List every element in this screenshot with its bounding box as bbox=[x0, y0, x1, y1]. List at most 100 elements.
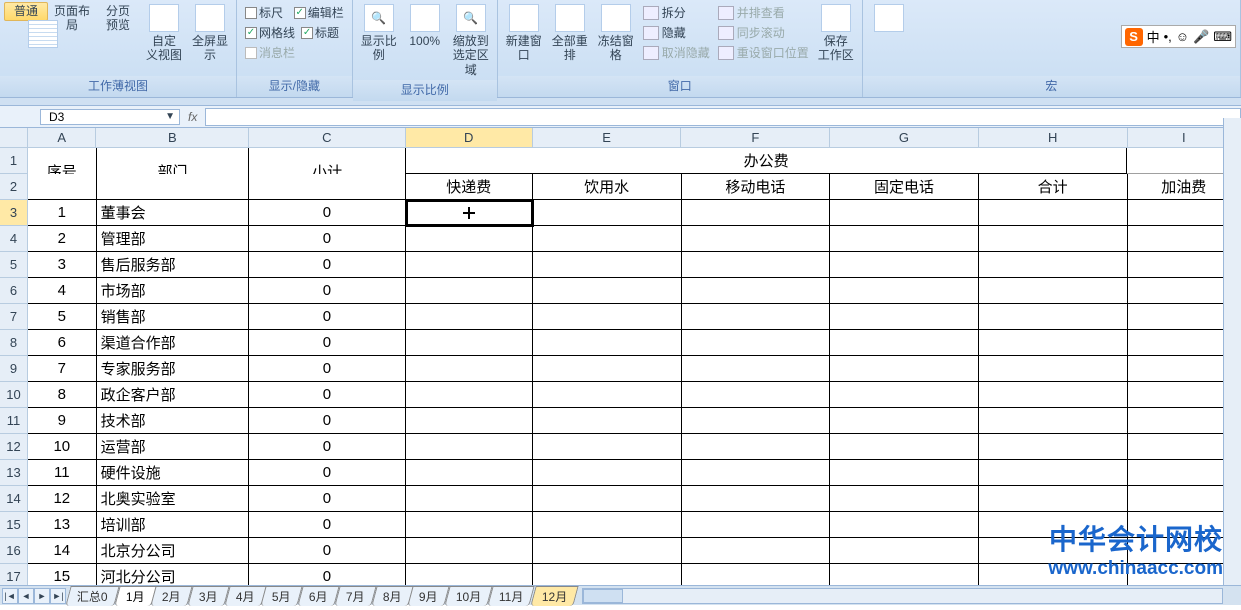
cell[interactable] bbox=[682, 382, 831, 408]
tab-first-button[interactable]: |◄ bbox=[2, 588, 18, 604]
sheet-tab[interactable]: 3月 bbox=[187, 586, 229, 606]
cell[interactable]: 1 bbox=[28, 200, 97, 226]
cell[interactable]: 合计 bbox=[979, 174, 1128, 200]
cell[interactable]: 15 bbox=[28, 564, 97, 585]
cell[interactable] bbox=[682, 538, 831, 564]
cell[interactable] bbox=[830, 486, 979, 512]
grid-area[interactable]: 序号部门小计办公费快递费饮用水移动电话固定电话合计加油费1董事会02管理部03售… bbox=[28, 148, 1241, 585]
cell[interactable]: 运营部 bbox=[97, 434, 250, 460]
cell[interactable] bbox=[682, 408, 831, 434]
cell[interactable] bbox=[830, 278, 979, 304]
cell[interactable]: 0 bbox=[249, 226, 405, 252]
cell[interactable] bbox=[682, 200, 831, 226]
cell[interactable] bbox=[406, 486, 533, 512]
cell[interactable] bbox=[533, 304, 682, 330]
sheet-tab[interactable]: 6月 bbox=[297, 586, 339, 606]
cell[interactable] bbox=[830, 434, 979, 460]
cell[interactable]: 3 bbox=[28, 252, 97, 278]
cell[interactable]: 专家服务部 bbox=[97, 356, 250, 382]
cell[interactable] bbox=[979, 434, 1128, 460]
cell[interactable] bbox=[533, 486, 682, 512]
cell[interactable]: 部门 bbox=[97, 148, 250, 174]
cell[interactable] bbox=[533, 538, 682, 564]
cell[interactable] bbox=[979, 486, 1128, 512]
unhide-button[interactable]: 取消隐藏 bbox=[640, 43, 713, 62]
cell[interactable] bbox=[979, 408, 1128, 434]
column-header[interactable]: E bbox=[533, 128, 682, 148]
cell[interactable]: 0 bbox=[249, 486, 405, 512]
cell[interactable]: 9 bbox=[28, 408, 97, 434]
column-header[interactable]: A bbox=[28, 128, 96, 148]
sheet-tab[interactable]: 12月 bbox=[530, 586, 579, 606]
cell[interactable] bbox=[682, 356, 831, 382]
cell[interactable] bbox=[406, 434, 533, 460]
cell[interactable] bbox=[533, 434, 682, 460]
cell[interactable]: 售后服务部 bbox=[97, 252, 250, 278]
cell[interactable]: 13 bbox=[28, 512, 97, 538]
cell[interactable] bbox=[406, 512, 533, 538]
column-header[interactable]: C bbox=[249, 128, 406, 148]
sheet-tab[interactable]: 2月 bbox=[151, 586, 193, 606]
cell[interactable]: 移动电话 bbox=[682, 174, 831, 200]
sheet-tab[interactable]: 11月 bbox=[488, 586, 536, 606]
cell[interactable] bbox=[830, 356, 979, 382]
cell[interactable]: 渠道合作部 bbox=[97, 330, 250, 356]
cell[interactable] bbox=[682, 252, 831, 278]
scrollbar-thumb[interactable] bbox=[583, 589, 623, 603]
name-box[interactable]: D3▼ bbox=[40, 109, 180, 125]
cell[interactable]: 饮用水 bbox=[533, 174, 682, 200]
cell[interactable]: 8 bbox=[28, 382, 97, 408]
cell[interactable] bbox=[682, 486, 831, 512]
cell[interactable]: 0 bbox=[249, 512, 405, 538]
tab-prev-button[interactable]: ◄ bbox=[18, 588, 34, 604]
cell[interactable] bbox=[830, 304, 979, 330]
column-header[interactable]: F bbox=[681, 128, 830, 148]
cell[interactable] bbox=[830, 382, 979, 408]
cell[interactable] bbox=[533, 382, 682, 408]
cell[interactable]: 0 bbox=[249, 356, 405, 382]
cell[interactable] bbox=[406, 200, 533, 226]
cell[interactable]: 技术部 bbox=[97, 408, 250, 434]
cell[interactable] bbox=[406, 252, 533, 278]
cell[interactable] bbox=[406, 538, 533, 564]
row-header[interactable]: 9 bbox=[0, 356, 28, 382]
cell[interactable]: 0 bbox=[249, 564, 405, 585]
cell[interactable]: 快递费 bbox=[406, 174, 533, 200]
cell[interactable] bbox=[830, 460, 979, 486]
freeze-panes-button[interactable]: 冻结窗格 bbox=[594, 2, 638, 66]
sheet-tab[interactable]: 7月 bbox=[334, 586, 376, 606]
side-by-side-button[interactable]: 并排查看 bbox=[715, 3, 812, 22]
cell[interactable] bbox=[830, 226, 979, 252]
cell[interactable] bbox=[406, 278, 533, 304]
view-fullscreen-button[interactable]: 全屏显示 bbox=[188, 2, 232, 66]
cell[interactable]: 北奥实验室 bbox=[97, 486, 250, 512]
cell[interactable] bbox=[979, 304, 1128, 330]
row-header[interactable]: 5 bbox=[0, 252, 28, 278]
cell[interactable] bbox=[682, 226, 831, 252]
macros-button[interactable] bbox=[867, 2, 911, 37]
cell[interactable]: 固定电话 bbox=[830, 174, 979, 200]
sheet-tab[interactable]: 4月 bbox=[224, 586, 266, 606]
split-button[interactable]: 拆分 bbox=[640, 3, 713, 22]
sheet-tab[interactable]: 5月 bbox=[261, 586, 303, 606]
sheet-tab[interactable]: 1月 bbox=[114, 586, 156, 606]
cell[interactable]: 0 bbox=[249, 538, 405, 564]
cell[interactable] bbox=[682, 278, 831, 304]
cell[interactable]: 硬件设施 bbox=[97, 460, 250, 486]
row-header[interactable]: 10 bbox=[0, 382, 28, 408]
cell[interactable]: 0 bbox=[249, 330, 405, 356]
check-msgbar[interactable]: 消息栏 bbox=[241, 43, 348, 62]
cell[interactable]: 6 bbox=[28, 330, 97, 356]
reset-window-button[interactable]: 重设窗口位置 bbox=[715, 43, 812, 62]
cell[interactable]: 0 bbox=[249, 278, 405, 304]
cell[interactable]: 5 bbox=[28, 304, 97, 330]
cell[interactable]: 序号 bbox=[28, 148, 97, 174]
cell[interactable] bbox=[406, 408, 533, 434]
cell[interactable] bbox=[979, 512, 1128, 538]
cell[interactable]: 14 bbox=[28, 538, 97, 564]
cell[interactable] bbox=[979, 538, 1128, 564]
cell[interactable]: 北京分公司 bbox=[97, 538, 250, 564]
cell[interactable] bbox=[533, 200, 682, 226]
column-header[interactable]: D bbox=[406, 128, 533, 148]
cell[interactable] bbox=[979, 252, 1128, 278]
